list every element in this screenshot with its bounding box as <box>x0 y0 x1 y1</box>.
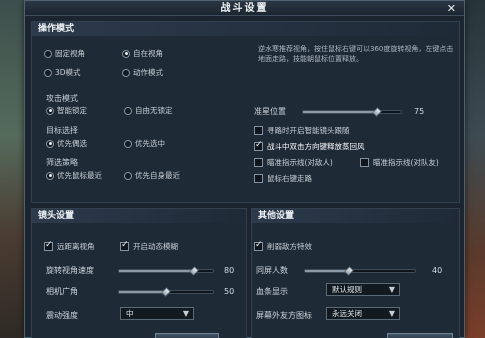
rotate-speed-label: 旋转视角速度 <box>46 266 94 275</box>
filter-mouse-nearest[interactable]: 优先鼠标最近 <box>46 170 102 181</box>
attack-mode-smart-lock[interactable]: 智能锁定 <box>46 105 87 116</box>
camera-settings-header: 镜头设置 <box>32 209 246 223</box>
far-view-checkbox[interactable]: 远距离视角 <box>44 240 95 252</box>
radio-selected-icon <box>122 49 130 58</box>
slider-knob[interactable] <box>371 107 382 117</box>
radio-icon <box>44 68 52 77</box>
option-right-click-walk[interactable]: 鼠标右键走路 <box>254 173 312 184</box>
checkbox-checked-icon <box>44 240 53 251</box>
option-smart-camera-follow[interactable]: 寻路时开启智能镜头跟随 <box>254 125 350 136</box>
close-icon[interactable]: ✕ <box>447 2 456 15</box>
slider-fill <box>119 270 195 272</box>
hp-bar-select[interactable]: 默认规则 ▼ <box>326 283 400 296</box>
view-mode-fixed[interactable]: 固定视角 <box>44 48 85 59</box>
footer-button-left[interactable] <box>155 333 219 338</box>
filter-strategy-title: 筛选策略 <box>46 158 78 167</box>
crosshair-slider[interactable] <box>302 107 402 117</box>
other-settings-panel: 其他设置 削弱敌方特效 同屏人数 40 血条显示 默认规则 ▼ 屏幕外友方图标 … <box>251 208 460 338</box>
slider-fill <box>305 270 349 272</box>
radio-selected-icon <box>46 106 54 115</box>
same-screen-slider[interactable] <box>304 266 416 276</box>
combat-settings-window: 战斗设置 ✕ 操作模式 固定视角 自在视角 3D模式 动作模式 逆水寒推荐视角，… <box>24 0 465 338</box>
radio-icon <box>44 49 52 58</box>
chevron-down-icon: ▼ <box>388 309 395 318</box>
fov-slider[interactable] <box>118 287 214 297</box>
chevron-down-icon: ▼ <box>388 285 395 294</box>
slider-knob[interactable] <box>344 266 354 276</box>
crosshair-value: 75 <box>414 107 425 116</box>
radio-icon <box>124 106 132 115</box>
fov-value: 50 <box>224 287 235 296</box>
view-mode-description: 逆水寒推荐视角，按住鼠标右键可以360度旋转视角，左键点击地面走路，技能朝鼠标位… <box>258 45 454 63</box>
option-aim-line-ally[interactable]: 瞄准指示线(对队友) <box>360 157 439 168</box>
radio-selected-icon <box>46 139 54 148</box>
chevron-down-icon: ▼ <box>182 309 189 318</box>
option-double-tap-skill[interactable]: 战斗中双击方向键释放蒸回风 <box>254 140 365 152</box>
hp-bar-label: 血条显示 <box>256 287 288 296</box>
friendly-icon-select-value: 永远关闭 <box>332 309 362 318</box>
checkbox-checked-icon <box>120 240 129 251</box>
weaken-enemy-effects-checkbox[interactable]: 削弱敌方特效 <box>254 240 312 252</box>
attack-mode-title: 攻击模式 <box>46 94 78 103</box>
radio-icon <box>124 139 132 148</box>
target-select-preferred[interactable]: 优先偶选 <box>46 138 87 149</box>
slider-knob[interactable] <box>161 287 171 297</box>
checkbox-icon <box>254 158 263 167</box>
checkbox-icon <box>254 174 263 183</box>
crosshair-label: 准星位置 <box>254 107 286 116</box>
friendly-icon-select[interactable]: 永远关闭 ▼ <box>326 307 400 320</box>
game-background-right <box>463 0 485 338</box>
shake-select[interactable]: 中 ▼ <box>120 307 194 320</box>
rotate-speed-value: 80 <box>224 266 235 275</box>
view-mode-3d[interactable]: 3D模式 <box>44 67 81 78</box>
checkbox-icon <box>254 126 263 135</box>
checkbox-checked-icon <box>254 140 263 151</box>
slider-fill <box>119 291 166 293</box>
filter-self-nearest[interactable]: 优先自身最近 <box>124 170 180 181</box>
operation-mode-header: 操作模式 <box>32 22 459 36</box>
radio-icon <box>122 68 130 77</box>
target-select-selected[interactable]: 优先选中 <box>124 138 165 149</box>
target-select-title: 目标选择 <box>46 126 78 135</box>
radio-selected-icon <box>46 171 54 180</box>
shake-select-value: 中 <box>126 309 134 318</box>
hp-bar-select-value: 默认规则 <box>332 285 362 294</box>
radio-icon <box>124 171 132 180</box>
camera-settings-panel: 镜头设置 远距离视角 开启动态模糊 旋转视角速度 80 相机广角 50 震动强度… <box>31 208 247 338</box>
attack-mode-free[interactable]: 自由无锁定 <box>124 105 173 116</box>
operation-mode-panel: 操作模式 固定视角 自在视角 3D模式 动作模式 逆水寒推荐视角，按住鼠标右键可… <box>31 21 460 203</box>
fov-label: 相机广角 <box>46 287 78 296</box>
view-mode-free[interactable]: 自在视角 <box>122 48 163 59</box>
slider-knob[interactable] <box>189 266 199 276</box>
rotate-speed-slider[interactable] <box>118 266 214 276</box>
friendly-icon-label: 屏幕外友方图标 <box>256 311 312 320</box>
same-screen-value: 40 <box>432 266 443 275</box>
checkbox-checked-icon <box>254 240 263 251</box>
title-bar: 战斗设置 ✕ <box>25 1 464 16</box>
motion-blur-checkbox[interactable]: 开启动态模糊 <box>120 240 178 252</box>
view-mode-action[interactable]: 动作模式 <box>122 67 163 78</box>
option-aim-line-enemy[interactable]: 瞄准指示线(对敌人) <box>254 157 333 168</box>
other-settings-header: 其他设置 <box>252 209 459 223</box>
window-title: 战斗设置 <box>220 3 269 14</box>
checkbox-icon <box>360 158 369 167</box>
footer-button-right[interactable] <box>387 333 453 338</box>
shake-label: 震动强度 <box>46 311 78 320</box>
same-screen-label: 同屏人数 <box>256 266 288 275</box>
slider-fill <box>303 111 377 113</box>
